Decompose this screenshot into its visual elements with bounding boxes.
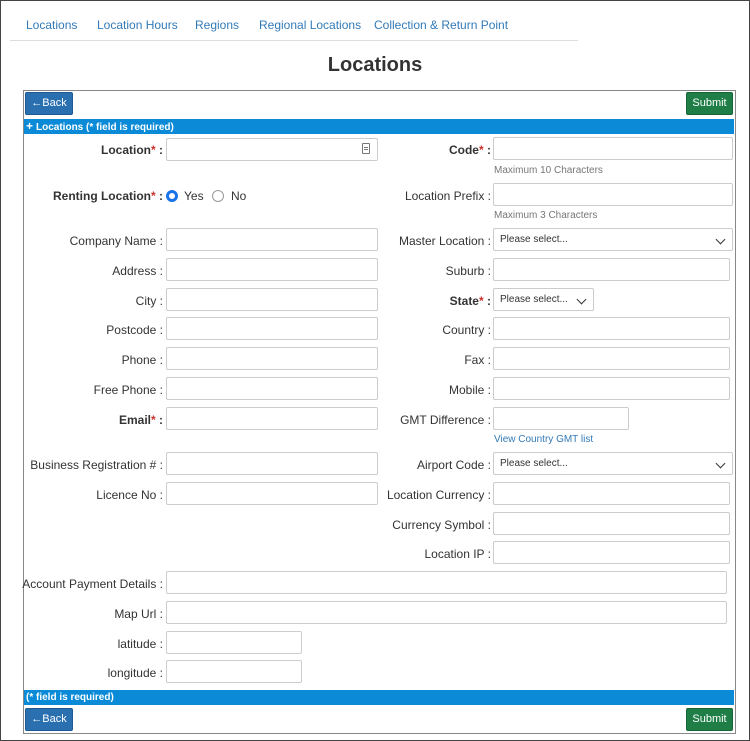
state-select[interactable]: Please select... <box>493 288 594 311</box>
chevron-down-icon <box>715 458 726 469</box>
prefix-hint: Maximum 3 Characters <box>494 210 598 221</box>
fax-input[interactable] <box>493 347 730 370</box>
country-input[interactable] <box>493 317 730 340</box>
free-phone-input[interactable] <box>166 377 378 400</box>
arrow-left-icon: ← <box>31 713 43 725</box>
account-payment-details-input[interactable] <box>166 571 727 594</box>
renting-yes-label: Yes <box>184 189 204 203</box>
master-location-label: Master Location : <box>398 234 491 248</box>
code-hint: Maximum 10 Characters <box>494 165 603 176</box>
gmt-difference-input[interactable] <box>493 407 629 430</box>
location-prefix-input[interactable] <box>493 183 733 206</box>
city-label: City : <box>135 294 163 308</box>
company-name-input[interactable] <box>166 228 378 251</box>
location-label: Location* : <box>100 143 163 157</box>
mobile-input[interactable] <box>493 377 730 400</box>
business-registration-label: Business Registration # : <box>30 458 163 472</box>
code-label: Code* : <box>448 143 491 157</box>
view-country-gmt-link[interactable]: View Country GMT list <box>494 434 593 445</box>
location-ip-input[interactable] <box>493 541 730 564</box>
longitude-label: longitude : <box>107 666 163 680</box>
arrow-left-icon: ← <box>31 97 43 109</box>
location-currency-input[interactable] <box>493 482 730 505</box>
suburb-input[interactable] <box>493 258 730 281</box>
form-footer-bar: (* field is required) <box>24 690 734 705</box>
tab-regions[interactable]: Regions <box>195 18 239 32</box>
fax-label: Fax : <box>464 353 491 367</box>
account-payment-details-label: Account Payment Details : <box>22 577 163 591</box>
back-button-bottom[interactable]: ←Back <box>25 708 73 731</box>
airport-code-select[interactable]: Please select... <box>493 452 733 475</box>
phone-input[interactable] <box>166 347 378 370</box>
location-ip-label: Location IP : <box>424 547 492 561</box>
submit-button-top[interactable]: Submit <box>686 92 733 115</box>
tab-collection-return-point[interactable]: Collection & Return Point <box>374 18 508 32</box>
chevron-down-icon <box>715 234 726 245</box>
page-title: Locations <box>327 54 423 76</box>
currency-symbol-input[interactable] <box>493 512 730 535</box>
company-name-label: Company Name : <box>69 234 163 248</box>
longitude-input[interactable] <box>166 660 302 683</box>
tab-regional-locations[interactable]: Regional Locations <box>259 18 361 32</box>
email-label: Email* : <box>118 413 163 427</box>
location-currency-label: Location Currency : <box>386 488 491 502</box>
location-input[interactable] <box>166 138 378 161</box>
currency-symbol-label: Currency Symbol : <box>392 518 491 532</box>
chevron-down-icon <box>576 294 587 305</box>
latitude-label: latitude : <box>117 637 163 651</box>
state-label: State* : <box>449 294 491 308</box>
free-phone-label: Free Phone : <box>93 383 163 397</box>
plus-icon: + <box>26 119 34 133</box>
master-location-select[interactable]: Please select... <box>493 228 733 251</box>
country-label: Country : <box>442 323 491 337</box>
map-url-input[interactable] <box>166 601 727 624</box>
code-input[interactable] <box>493 137 733 160</box>
latitude-input[interactable] <box>166 631 302 654</box>
contact-card-icon <box>362 143 370 154</box>
form-header-bar: + Locations (* field is required) <box>24 119 734 134</box>
licence-no-label: Licence No : <box>96 488 163 502</box>
back-button-top[interactable]: ←Back <box>25 92 73 115</box>
phone-label: Phone : <box>121 353 163 367</box>
address-label: Address : <box>112 264 163 278</box>
map-url-label: Map Url : <box>114 607 163 621</box>
renting-no-radio[interactable] <box>212 190 224 202</box>
email-input[interactable] <box>166 407 378 430</box>
suburb-label: Suburb : <box>445 264 491 278</box>
postcode-input[interactable] <box>166 317 378 340</box>
gmt-difference-label: GMT Difference : <box>400 413 491 427</box>
renting-location-label: Renting Location* : <box>52 189 163 203</box>
renting-no-label: No <box>231 189 247 203</box>
city-input[interactable] <box>166 288 378 311</box>
location-prefix-label: Location Prefix : <box>404 189 491 203</box>
address-input[interactable] <box>166 258 378 281</box>
tab-locations[interactable]: Locations <box>26 18 77 32</box>
mobile-label: Mobile : <box>448 383 491 397</box>
airport-code-label: Airport Code : <box>416 458 491 472</box>
tab-location-hours[interactable]: Location Hours <box>97 18 178 32</box>
postcode-label: Postcode : <box>106 323 163 337</box>
renting-yes-radio[interactable] <box>166 190 178 202</box>
licence-no-input[interactable] <box>166 482 378 505</box>
submit-button-bottom[interactable]: Submit <box>686 708 733 731</box>
business-registration-input[interactable] <box>166 452 378 475</box>
